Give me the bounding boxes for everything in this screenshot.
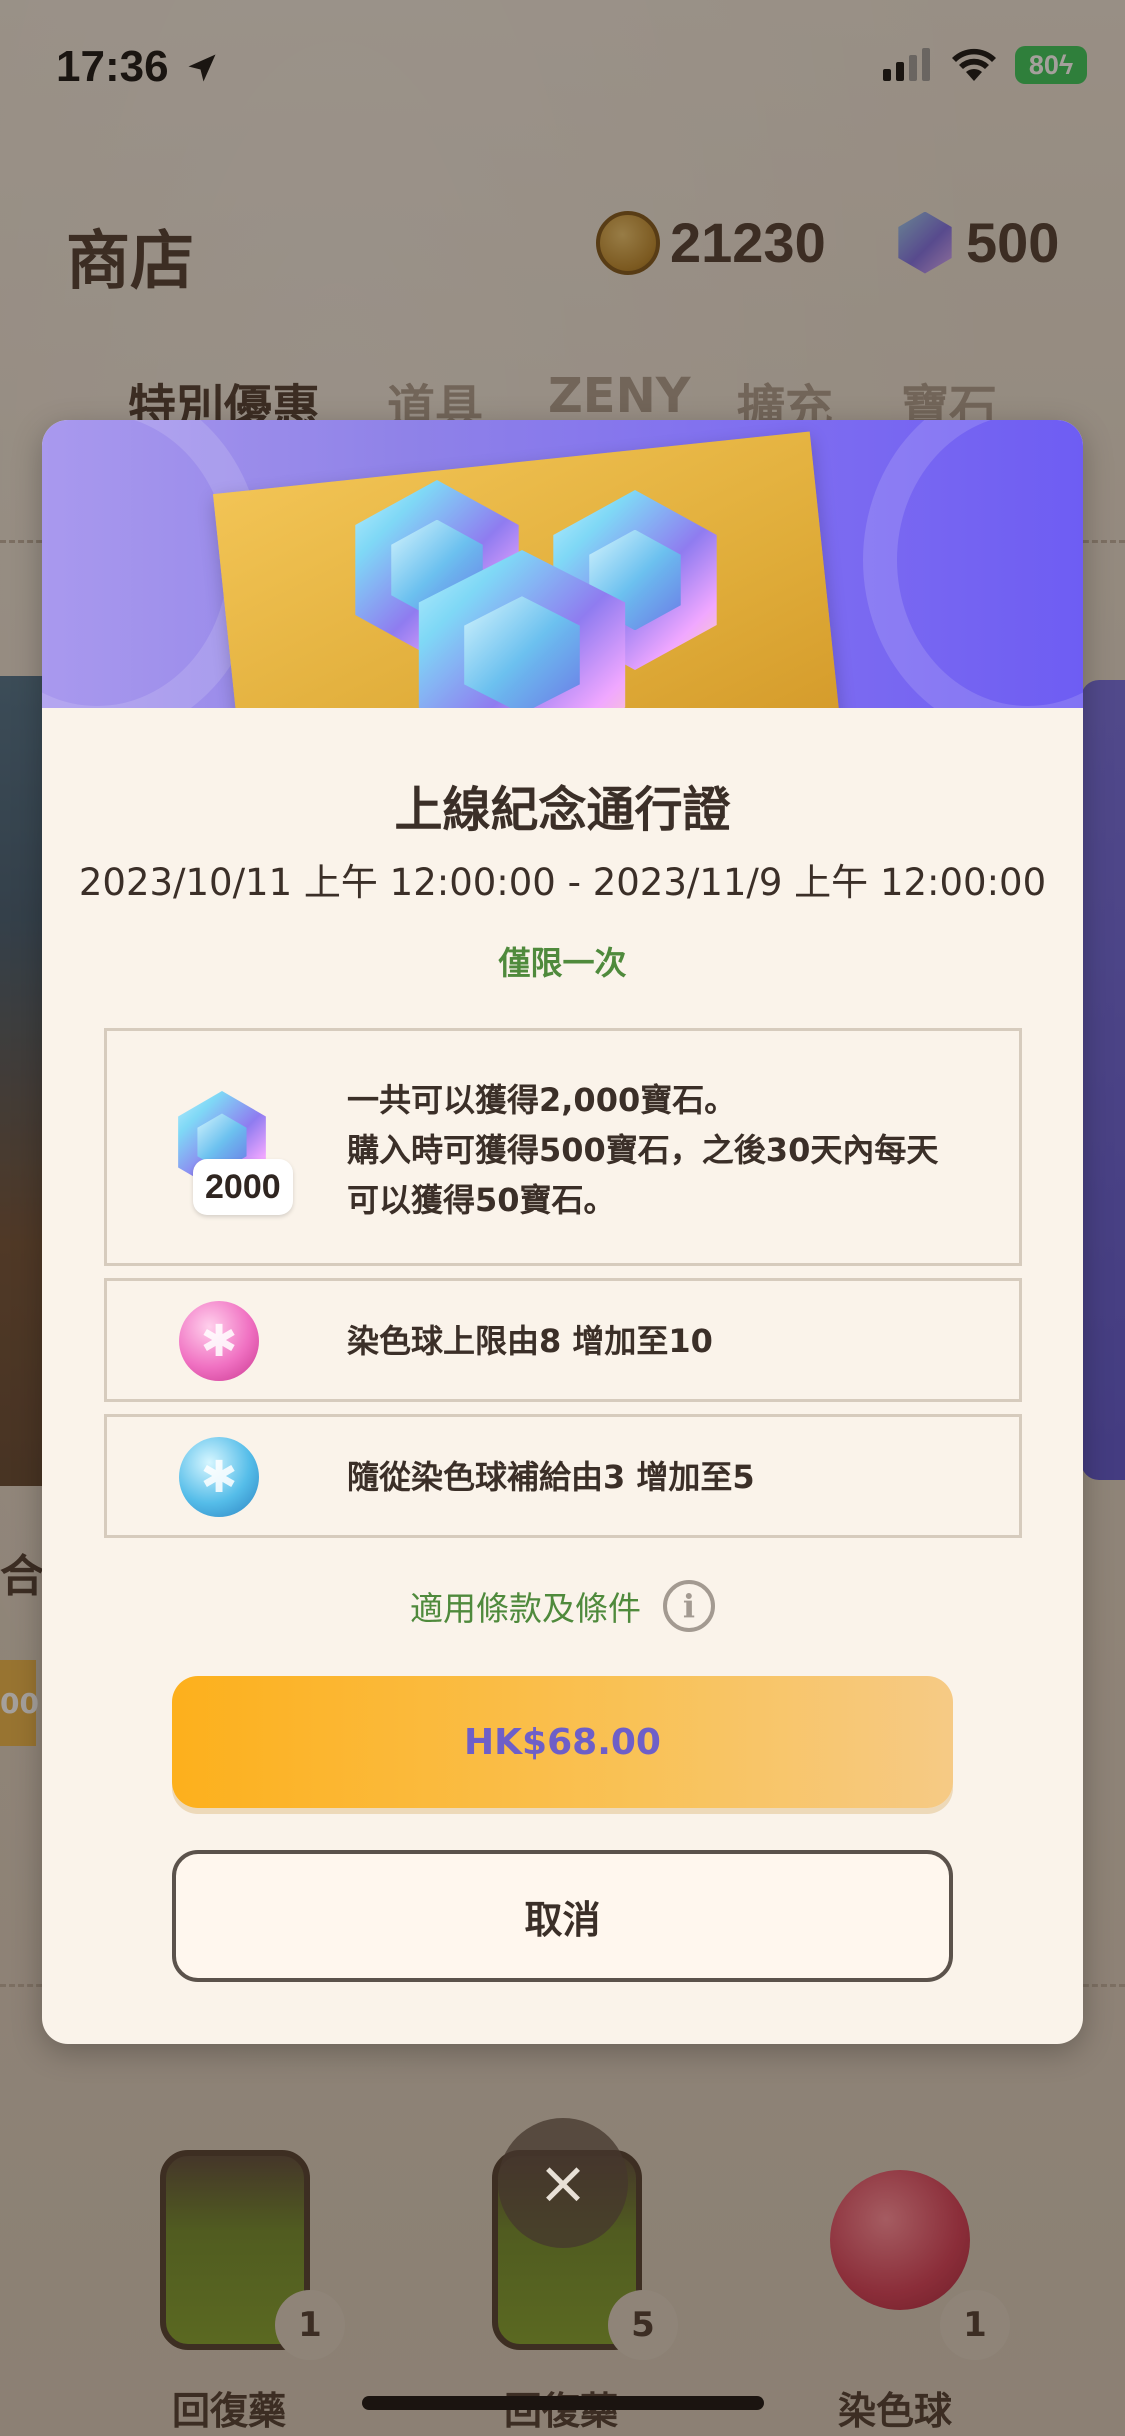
reward-description: 染色球上限由8 增加至10	[347, 1322, 713, 1360]
reward-line: 一共可以獲得2,000寶石。	[347, 1081, 737, 1119]
close-icon[interactable]: ×	[498, 2118, 628, 2248]
reward-item: 2000 一共可以獲得2,000寶石。 購入時可獲得500寶石，之後30天內每天…	[104, 1028, 1022, 1266]
offer-period: 2023/10/11 上午 12:00:00 - 2023/11/9 上午 12…	[78, 861, 1047, 904]
terms-link[interactable]: 適用條款及條件	[410, 1582, 641, 1630]
terms-row[interactable]: 適用條款及條件 i	[42, 1580, 1083, 1632]
home-indicator	[362, 2396, 764, 2410]
offer-banner	[42, 420, 1083, 708]
purchase-dialog: 上線紀念通行證 2023/10/11 上午 12:00:00 - 2023/11…	[42, 420, 1083, 2044]
pink-dye-ball-icon	[179, 1301, 259, 1381]
blue-dye-ball-icon	[179, 1437, 259, 1517]
offer-title: 上線紀念通行證	[394, 782, 731, 838]
purchase-button[interactable]: HK$68.00	[172, 1676, 953, 1808]
purchase-limit: 僅限一次	[498, 944, 627, 982]
reward-description: 隨從染色球補給由3 增加至5	[347, 1458, 755, 1496]
reward-description: 一共可以獲得2,000寶石。 購入時可獲得500寶石，之後30天內每天 可以獲得…	[347, 1075, 938, 1225]
info-icon[interactable]: i	[663, 1580, 715, 1632]
reward-item: 染色球上限由8 增加至10	[104, 1278, 1022, 1402]
gem-count-badge: 2000	[193, 1159, 293, 1215]
banner-decoration	[863, 420, 1083, 708]
reward-item: 隨從染色球補給由3 增加至5	[104, 1414, 1022, 1538]
reward-line: 購入時可獲得500寶石，之後30天內每天	[347, 1131, 939, 1169]
cancel-button[interactable]: 取消	[172, 1850, 953, 1982]
reward-line: 可以獲得50寶石。	[347, 1181, 616, 1219]
